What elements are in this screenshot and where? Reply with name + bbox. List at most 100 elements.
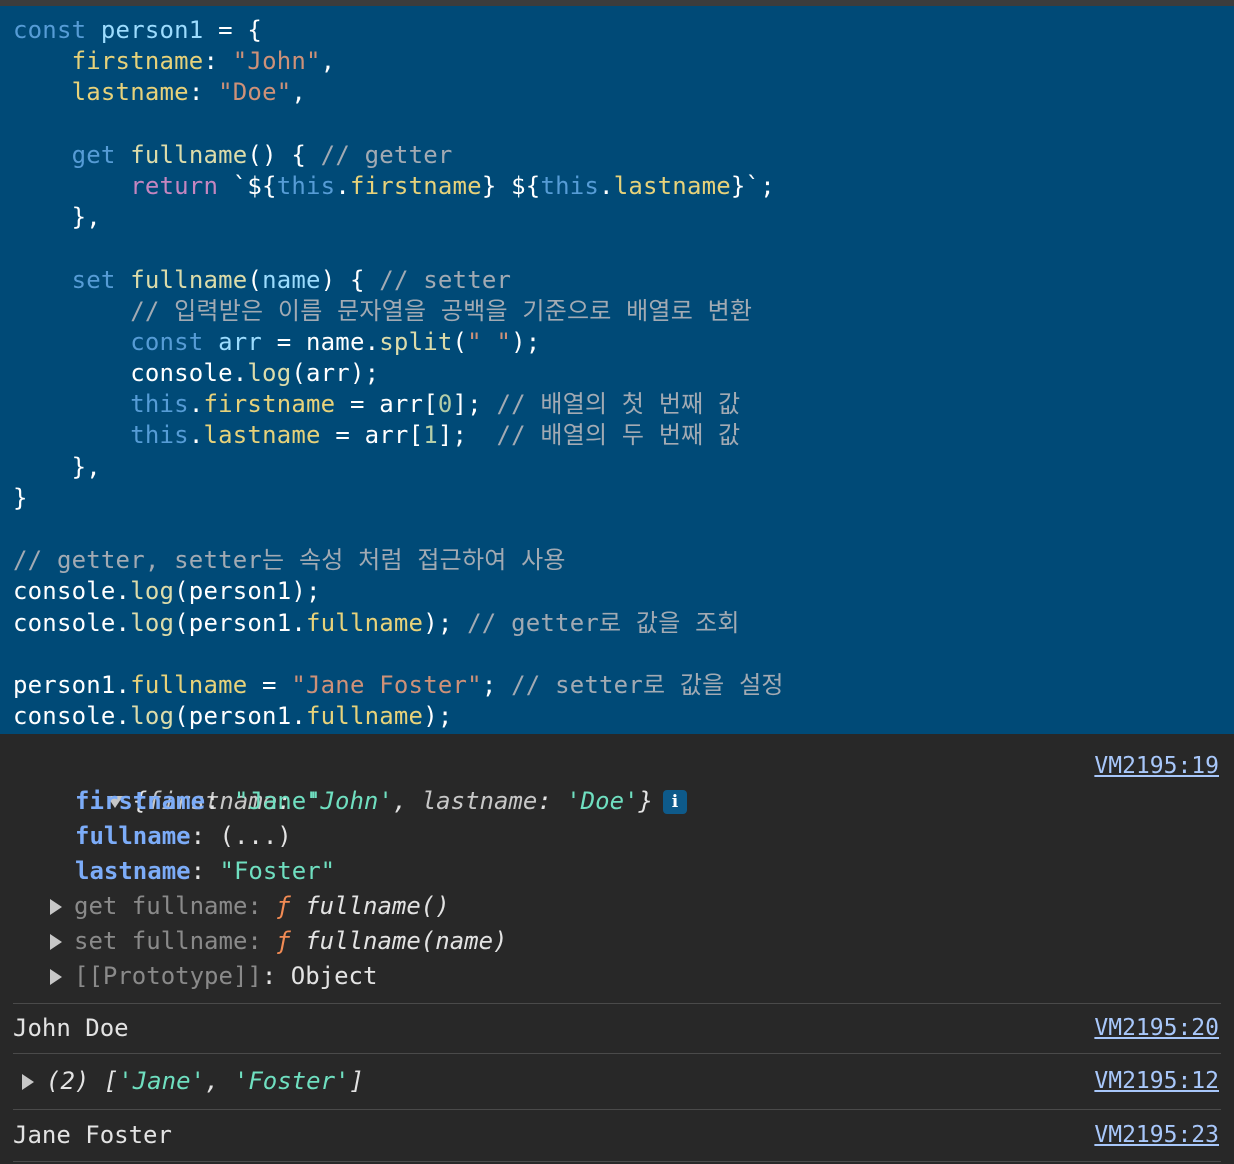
console-message: VM2195:23 Jane Foster: [0, 1110, 1234, 1161]
getter-row[interactable]: get fullname: ƒ fullname(): [0, 889, 1234, 924]
code-line[interactable]: console.log(person1.fullname); // getter…: [0, 608, 1234, 639]
code-line[interactable]: [0, 109, 1234, 140]
code-line[interactable]: this.firstname = arr[0]; // 배열의 첫 번째 값: [0, 389, 1234, 420]
code-token: ,: [320, 47, 336, 76]
code-token: } ${: [481, 171, 541, 200]
chevron-right-icon[interactable]: [50, 969, 62, 985]
code-line[interactable]: firstname: "John",: [0, 46, 1234, 77]
code-token: // getter, setter는 속성 처럼 접근하여 사용: [13, 546, 566, 575]
code-line[interactable]: },: [0, 202, 1234, 233]
array-summary-row[interactable]: (2) ['Jane', 'Foster']: [0, 1064, 1234, 1099]
code-token: lastname: [71, 78, 189, 107]
code-line[interactable]: return `${this.firstname} ${this.lastnam…: [0, 171, 1234, 202]
code-line[interactable]: person1.fullname = "Jane Foster"; // set…: [0, 670, 1234, 701]
chevron-right-icon[interactable]: [22, 1074, 34, 1090]
code-line[interactable]: get fullname() { // getter: [0, 140, 1234, 171]
array-item: 'Jane': [118, 1067, 205, 1095]
code-token: get: [71, 140, 116, 169]
code-line[interactable]: console.log(person1);: [0, 576, 1234, 607]
code-token: `${: [218, 171, 277, 200]
bracket-open: [: [103, 1067, 119, 1095]
code-token: = arr[: [335, 390, 438, 419]
code-line[interactable]: [0, 233, 1234, 264]
code-token: :: [203, 47, 233, 76]
code-token: person1.: [13, 670, 131, 699]
property-value[interactable]: (...): [220, 822, 292, 850]
code-token: .: [188, 390, 204, 419]
code-token: this: [130, 390, 189, 419]
accessor-label: set fullname: [74, 927, 248, 955]
console-panel: VM2195:19 {firstname: 'John', lastname: …: [0, 734, 1234, 1164]
prototype-label: [[Prototype]]: [74, 962, 262, 990]
property-key: firstname: [75, 787, 206, 815]
code-line[interactable]: set fullname(name) { // setter: [0, 265, 1234, 296]
object-summary-row[interactable]: {firstname: 'John', lastname: 'Doe'} i: [0, 749, 1234, 815]
code-token: (: [247, 265, 263, 294]
console-message: VM2195:20 John Doe: [0, 1004, 1234, 1053]
prototype-row[interactable]: [[Prototype]]: Object: [0, 959, 1234, 994]
chevron-right-icon[interactable]: [50, 934, 62, 950]
bracket-close: ]: [349, 1067, 364, 1095]
property-key: lastname: [75, 857, 191, 885]
code-line[interactable]: [0, 514, 1234, 545]
code-token: " ": [467, 327, 512, 356]
code-line[interactable]: [0, 639, 1234, 670]
code-line[interactable]: console.log(person1.fullname);: [0, 701, 1234, 732]
code-token: },: [13, 452, 101, 481]
chevron-right-icon[interactable]: [50, 899, 62, 915]
code-token: console.: [13, 577, 131, 606]
property-key: fullname: [75, 822, 191, 850]
code-token: this: [130, 421, 189, 450]
code-token: set: [71, 265, 116, 294]
code-token: "Jane Foster": [291, 670, 482, 699]
code-token: 0: [437, 390, 453, 419]
log-text: John Doe: [13, 1014, 129, 1042]
code-token: // getter로 값을 조회: [467, 608, 740, 637]
code-token: log: [130, 608, 175, 637]
code-token: const: [130, 327, 204, 356]
code-token: this: [540, 171, 600, 200]
code-editor[interactable]: const person1 = { firstname: "John", las…: [0, 6, 1234, 734]
code-token: fullname: [306, 608, 424, 637]
code-token: .: [335, 171, 350, 200]
setter-row[interactable]: set fullname: ƒ fullname(name): [0, 924, 1234, 959]
code-token: split: [379, 327, 453, 356]
code-line[interactable]: this.lastname = arr[1]; // 배열의 두 번째 값: [0, 420, 1234, 451]
code-line[interactable]: lastname: "Doe",: [0, 77, 1234, 108]
code-token: fullname: [130, 265, 248, 294]
code-line[interactable]: // 입력받은 이름 문자열을 공백을 기준으로 배열로 변환: [0, 296, 1234, 327]
code-line[interactable]: const person1 = {: [0, 15, 1234, 46]
code-line[interactable]: // getter, setter는 속성 처럼 접근하여 사용: [0, 545, 1234, 576]
property-value: "Foster": [219, 857, 336, 885]
code-token: (person1.: [174, 702, 306, 731]
code-token: }: [13, 483, 28, 512]
code-token: ) {: [320, 265, 380, 294]
code-token: .: [188, 421, 204, 450]
code-token: this: [276, 171, 336, 200]
code-token: ;: [481, 670, 512, 699]
code-line[interactable]: const arr = name.split(" ");: [0, 327, 1234, 358]
code-token: // getter: [320, 140, 453, 169]
code-line[interactable]: console.log(arr);: [0, 358, 1234, 389]
property-row[interactable]: fullname: (...): [0, 819, 1234, 854]
code-token: "Doe": [218, 78, 292, 107]
code-token: :: [188, 78, 219, 107]
code-token: "John": [232, 47, 321, 76]
code-token: fullname: [306, 702, 424, 731]
code-line[interactable]: },: [0, 452, 1234, 483]
property-row: firstname: "Jane": [75, 787, 321, 815]
code-line[interactable]: }: [0, 483, 1234, 514]
code-token: console.: [13, 702, 131, 731]
code-token: // 배열의 첫 번째 값: [496, 390, 741, 419]
code-token: 1: [423, 421, 438, 450]
code-token: firstname: [71, 47, 204, 76]
code-token: log: [247, 359, 292, 388]
code-token: firstname: [203, 390, 336, 419]
